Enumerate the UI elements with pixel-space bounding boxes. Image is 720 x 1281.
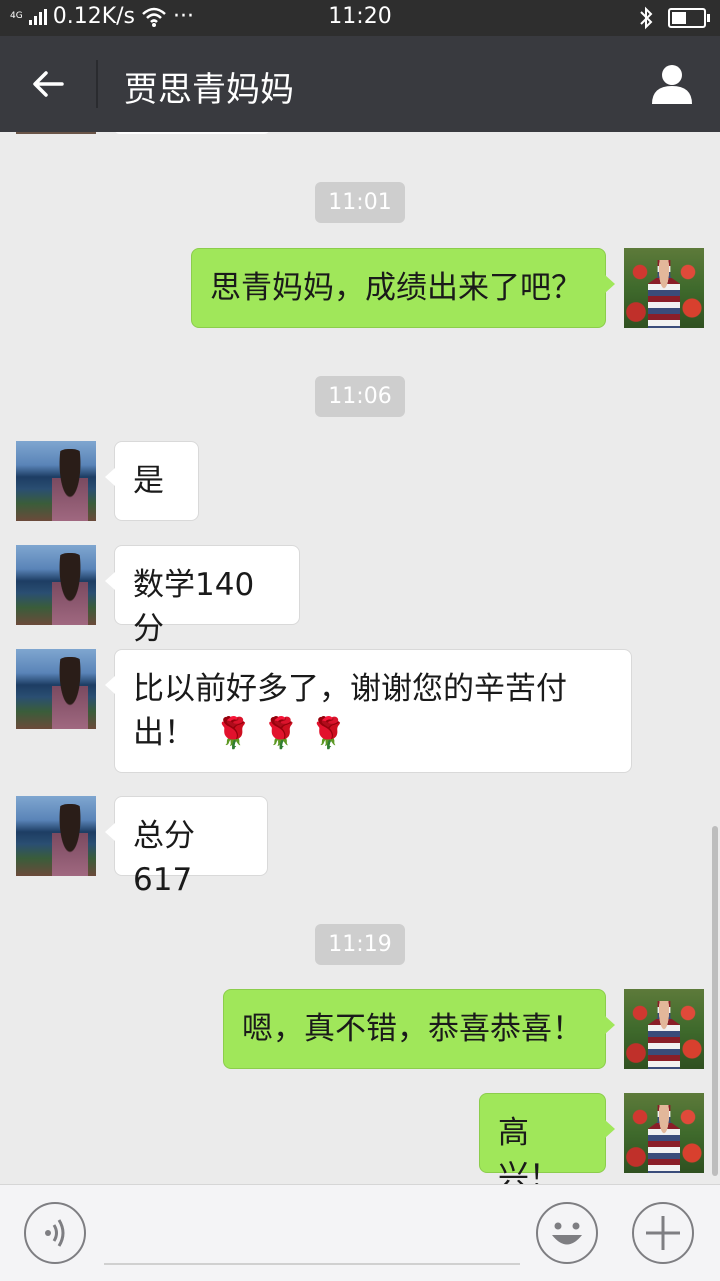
contact-avatar[interactable] (16, 441, 96, 521)
battery-icon (668, 8, 710, 28)
contact-avatar[interactable] (16, 796, 96, 876)
title-divider (96, 60, 98, 108)
timestamp: 11:06 (0, 376, 720, 417)
more-button[interactable] (632, 1202, 694, 1264)
contact-avatar[interactable] (16, 649, 96, 729)
rose-emoji: 🌹 (309, 716, 347, 751)
rose-emoji: 🌹 (214, 716, 253, 751)
partial-avatar (16, 132, 96, 134)
message-bubble-incoming[interactable]: 总分617 (105, 796, 268, 898)
message-bubble-outgoing[interactable]: 嗯，真不错，恭喜恭喜！ (223, 989, 615, 1069)
message-bubble-incoming[interactable]: 比以前好多了，谢谢您的辛苦付 出！ 🌹 🌹 🌹 (105, 649, 632, 773)
profile-icon[interactable] (650, 62, 694, 106)
my-avatar[interactable] (624, 989, 704, 1069)
input-bar (0, 1184, 720, 1281)
chat-title: 贾思青妈妈 (124, 70, 294, 110)
back-arrow-icon[interactable] (28, 64, 68, 104)
rose-emoji: 🌹 (262, 716, 300, 751)
voice-icon (45, 1219, 65, 1247)
emoji-button[interactable] (536, 1202, 598, 1264)
my-avatar[interactable] (624, 248, 704, 328)
status-bar: 4G 0.12K/s ··· 11:20 (0, 0, 720, 36)
timestamp: 11:01 (0, 182, 720, 223)
message-bubble-outgoing[interactable]: 思青妈妈，成绩出来了吧？ (191, 248, 615, 328)
emoji-icon (552, 1222, 582, 1245)
my-avatar[interactable] (624, 1093, 704, 1173)
message-input[interactable] (104, 1263, 520, 1265)
voice-button[interactable] (24, 1202, 86, 1264)
bluetooth-icon (640, 6, 653, 30)
message-bubble-incoming[interactable]: 数学140分 (105, 545, 300, 647)
scrollbar[interactable] (712, 826, 718, 1176)
title-bar: 贾思青妈妈 (0, 36, 720, 132)
contact-avatar[interactable] (16, 545, 96, 625)
status-right (638, 6, 710, 30)
partial-bubble (114, 132, 270, 134)
plus-icon (646, 1216, 680, 1250)
message-bubble-outgoing[interactable]: 高兴！ (479, 1093, 615, 1184)
message-bubble-incoming[interactable]: 是 (105, 441, 199, 521)
chat-area[interactable]: 11:01 思青妈妈，成绩出来了吧？ 11:06 是 数学140分 比以前好多了… (0, 132, 720, 1184)
status-time: 11:20 (328, 4, 392, 29)
timestamp: 11:19 (0, 924, 720, 965)
